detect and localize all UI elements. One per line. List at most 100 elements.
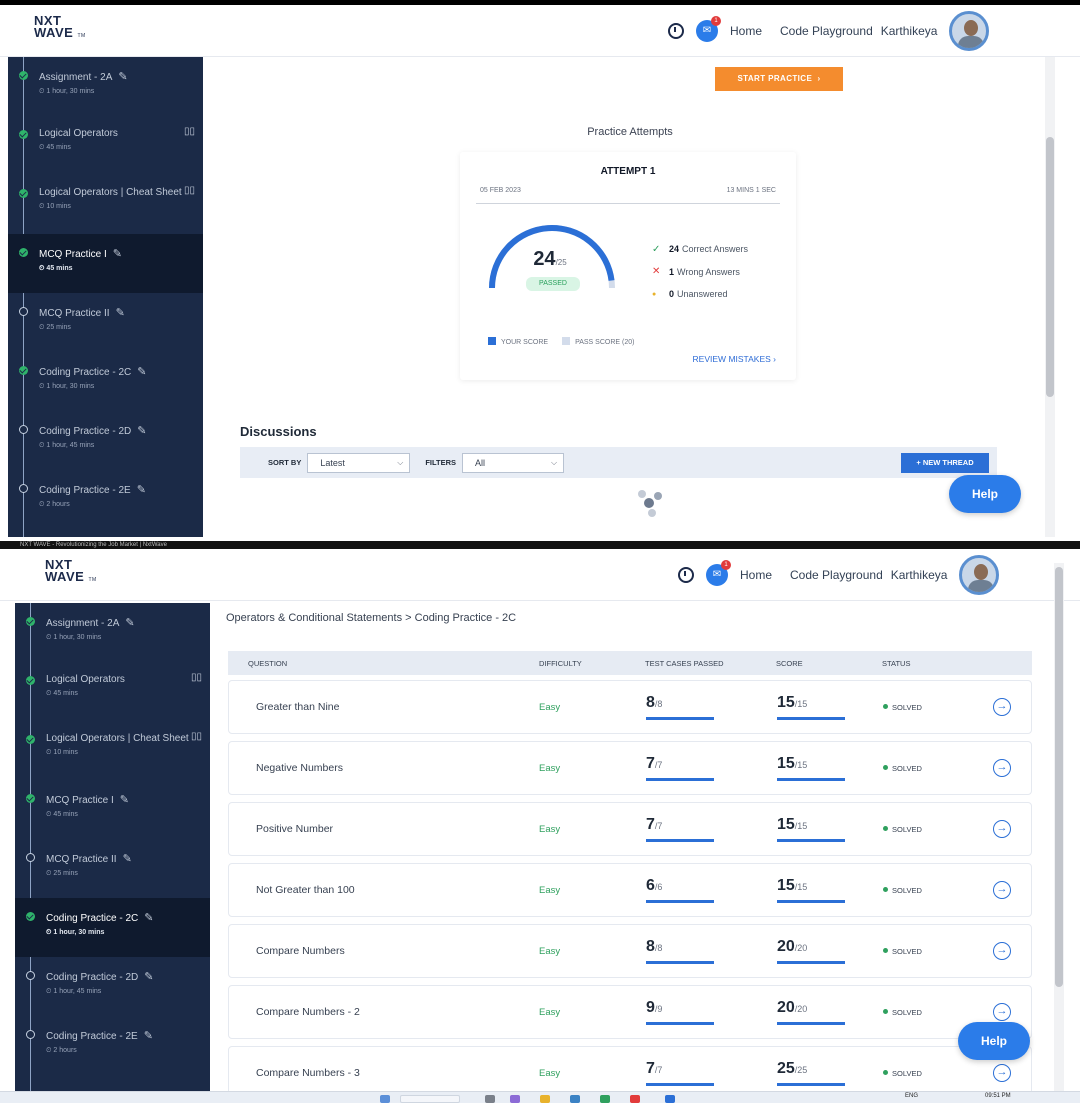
difficulty-label: Easy	[539, 702, 561, 713]
scrollbar-thumb[interactable]	[1046, 137, 1054, 397]
arrow-right-circle-icon[interactable]: →	[993, 698, 1011, 716]
sidebar-item[interactable]: MCQ Practice II ✎ ⏲ 25 mins	[8, 293, 203, 352]
table-row[interactable]: Greater than Nine Easy 8/8 15/15 SOLVED →	[228, 680, 1032, 734]
sidebar-item[interactable]: Coding Practice - 2D ✎ ⏲ 1 hour, 45 mins	[8, 411, 203, 470]
sidebar-item[interactable]: Logical Operators | Cheat Sheet ▯▯ ⏲ 10 mi…	[15, 721, 210, 780]
test-cases-passed: 6/6	[646, 877, 663, 894]
sidebar-course-items: Assignment - 2A ✎ ⏲ 1 hour, 30 mins Logical…	[8, 57, 203, 537]
table-row[interactable]: Positive Number Easy 7/7 15/15 SOLVED →	[228, 802, 1032, 856]
arrow-right-circle-icon[interactable]: →	[993, 1064, 1011, 1082]
taskbar-app-icon[interactable]	[600, 1095, 610, 1103]
taskbar-browser-icon[interactable]	[630, 1095, 640, 1103]
table-row[interactable]: Compare Numbers Easy 8/8 20/20 SOLVED →	[228, 924, 1032, 978]
taskbar-search-icon[interactable]	[400, 1095, 460, 1103]
nxtwave-logo[interactable]: NXT WAVE TM	[34, 14, 86, 42]
taskbar-app-icon[interactable]	[510, 1095, 520, 1103]
sidebar-item[interactable]: MCQ Practice II ✎ ⏲ 25 mins	[15, 839, 210, 898]
sort-select[interactable]: Latest ⌵	[307, 452, 411, 473]
taskbar-app-icon[interactable]	[485, 1095, 495, 1103]
timer-icon[interactable]	[668, 23, 684, 39]
correct-answers-stat: ✓ 24 Correct Answers	[652, 243, 749, 255]
nxtwave-logo[interactable]: NXT WAVE TM	[45, 558, 97, 586]
new-thread-button[interactable]: + NEW THREAD	[901, 453, 989, 473]
attempt-card: ATTEMPT 1 05 FEB 2023 13 MINS 1 SEC 24/2…	[460, 152, 796, 380]
sidebar-item[interactable]: Coding Practice - 2E ✎ ⏲ 2 hours	[15, 1016, 210, 1075]
help-button[interactable]: Help	[958, 1022, 1030, 1060]
book-icon: ▯▯	[190, 731, 202, 742]
sidebar-item-label: Assignment - 2A	[39, 72, 113, 83]
discussions-heading: Discussions	[240, 424, 317, 439]
sidebar-item[interactable]: Logical Operators | Cheat Sheet ▯▯ ⏲ 10 mi…	[8, 175, 203, 234]
test-cases-passed: 7/7	[646, 755, 663, 772]
sidebar-item[interactable]: Assignment - 2A ✎ ⏲ 1 hour, 30 mins	[8, 57, 203, 116]
page-scrollbar[interactable]	[1054, 563, 1064, 1095]
score-legend: YOUR SCORE PASS SCORE (20)	[488, 337, 634, 346]
help-button[interactable]: Help	[949, 475, 1021, 513]
logo-line-2: WAVE	[45, 569, 85, 584]
page-scrollbar[interactable]	[1045, 57, 1055, 537]
pending-circle-icon	[26, 853, 35, 862]
score-value: 20/20	[777, 938, 808, 955]
sidebar-item[interactable]: Logical Operators ▯▯ ⏲ 45 mins	[8, 116, 203, 175]
nav-code-playground-link[interactable]: Code Playground	[780, 24, 873, 38]
sidebar-item[interactable]: Logical Operators ▯▯ ⏲ 45 mins	[15, 662, 210, 721]
status-badge: SOLVED	[883, 1069, 922, 1078]
status-badge: SOLVED	[883, 764, 922, 773]
question-title[interactable]: Compare Numbers - 2	[256, 1006, 360, 1018]
avatar[interactable]	[949, 11, 990, 51]
book-icon: ▯▯	[190, 672, 202, 683]
table-row[interactable]: Negative Numbers Easy 7/7 15/15 SOLVED →	[228, 741, 1032, 795]
chevron-down-icon: ⌵	[550, 457, 558, 467]
test-cases-progress-bar	[646, 839, 714, 842]
scrollbar-thumb[interactable]	[1055, 567, 1063, 987]
review-mistakes-link[interactable]: REVIEW MISTAKES ›	[693, 354, 776, 364]
taskbar-app-icon[interactable]	[665, 1095, 675, 1103]
taskbar-folder-icon[interactable]	[540, 1095, 550, 1103]
question-title[interactable]: Negative Numbers	[256, 762, 343, 774]
sidebar-item[interactable]: Assignment - 2A ✎ ⏲ 1 hour, 30 mins	[15, 603, 210, 662]
taskbar-app-icon[interactable]	[570, 1095, 580, 1103]
sidebar-course-items: Assignment - 2A ✎ ⏲ 1 hour, 30 mins Logical…	[15, 603, 210, 1093]
question-title[interactable]: Not Greater than 100	[256, 884, 355, 896]
taskbar-app-icon[interactable]	[380, 1095, 390, 1103]
completed-check-icon	[19, 366, 28, 375]
question-title[interactable]: Compare Numbers - 3	[256, 1067, 360, 1079]
filters-select[interactable]: All ⌵	[462, 452, 565, 473]
question-title[interactable]: Greater than Nine	[256, 701, 339, 713]
sidebar-item-label: Logical Operators | Cheat Sheet	[39, 187, 182, 198]
notification-badge: 1	[711, 16, 721, 26]
arrow-right-circle-icon[interactable]: →	[993, 881, 1011, 899]
sidebar-item[interactable]: Coding Practice - 2C ✎ ⏲ 1 hour, 30 mins	[8, 352, 203, 411]
arrow-right-circle-icon[interactable]: →	[993, 942, 1011, 960]
arrow-right-circle-icon[interactable]: →	[993, 759, 1011, 777]
sidebar-item-duration: ⏲ 25 mins	[46, 870, 78, 877]
question-title[interactable]: Compare Numbers	[256, 945, 345, 957]
sidebar-item[interactable]: Coding Practice - 2C ✎ ⏲ 1 hour, 30 mins	[15, 898, 210, 957]
status-badge: SOLVED	[883, 703, 922, 712]
nav-username[interactable]: Karthikeya	[881, 24, 938, 38]
attempt-heading: ATTEMPT 1	[600, 166, 656, 177]
col-score: SCORE	[776, 659, 803, 668]
sidebar-item-duration: ⏲ 1 hour, 30 mins	[46, 634, 102, 641]
dot-icon: ●	[652, 290, 657, 298]
col-difficulty: DIFFICULTY	[539, 659, 582, 668]
sidebar-item[interactable]: Coding Practice - 2D ✎ ⏲ 1 hour, 45 mins	[15, 957, 210, 1016]
score-progress-bar	[777, 778, 845, 781]
sidebar-item-duration: ⏲ 45 mins	[39, 265, 73, 272]
arrow-right-circle-icon[interactable]: →	[993, 820, 1011, 838]
test-cases-progress-bar	[646, 1083, 714, 1086]
loading-icon	[638, 490, 662, 517]
arrow-right-circle-icon[interactable]: →	[993, 1003, 1011, 1021]
nav-home-link[interactable]: Home	[730, 24, 762, 38]
sidebar-item[interactable]: MCQ Practice I ✎ ⏲ 45 mins	[15, 780, 210, 839]
chat-icon[interactable]: ✉ 1	[696, 16, 721, 42]
sidebar-item-label: Coding Practice - 2D	[39, 426, 132, 437]
sidebar-item[interactable]: MCQ Practice I ✎ ⏲ 45 mins	[8, 234, 203, 293]
table-row[interactable]: Compare Numbers - 2 Easy 9/9 20/20 SOLVED →	[228, 985, 1032, 1039]
start-practice-button[interactable]: START PRACTICE ›	[715, 67, 843, 91]
attempt-duration: 13 MINS 1 SEC	[726, 187, 776, 194]
sidebar-item[interactable]: Coding Practice - 2E ✎ ⏲ 2 hours	[8, 470, 203, 529]
test-cases-progress-bar	[646, 900, 714, 903]
question-title[interactable]: Positive Number	[256, 823, 333, 835]
table-row[interactable]: Not Greater than 100 Easy 6/6 15/15 SOLVED →	[228, 863, 1032, 917]
